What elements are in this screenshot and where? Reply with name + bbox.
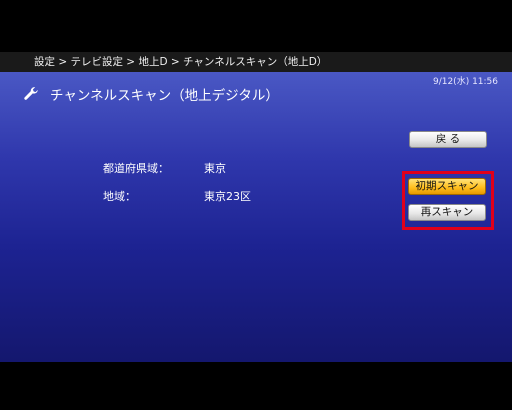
prefecture-label: 都道府県域： [103,162,169,175]
wrench-icon [24,87,38,100]
area-label: 地域： [103,190,136,203]
area-value: 東京23区 [204,190,251,203]
prefecture-value: 東京 [204,162,226,175]
breadcrumb: 設定 > テレビ設定 > 地上D > チャンネルスキャン（地上D） [0,52,512,72]
rescan-button[interactable]: 再スキャン [408,204,486,221]
initial-scan-button[interactable]: 初期スキャン [408,178,486,195]
page-title: チャンネルスキャン（地上デジタル） [50,88,279,104]
datetime-display: 9/12(水) 11:56 [432,77,498,87]
channel-scan-screen: 9/12(水) 11:56 チャンネルスキャン（地上デジタル） 都道府県域： 東… [0,72,512,362]
back-button[interactable]: 戻 る [409,131,487,148]
